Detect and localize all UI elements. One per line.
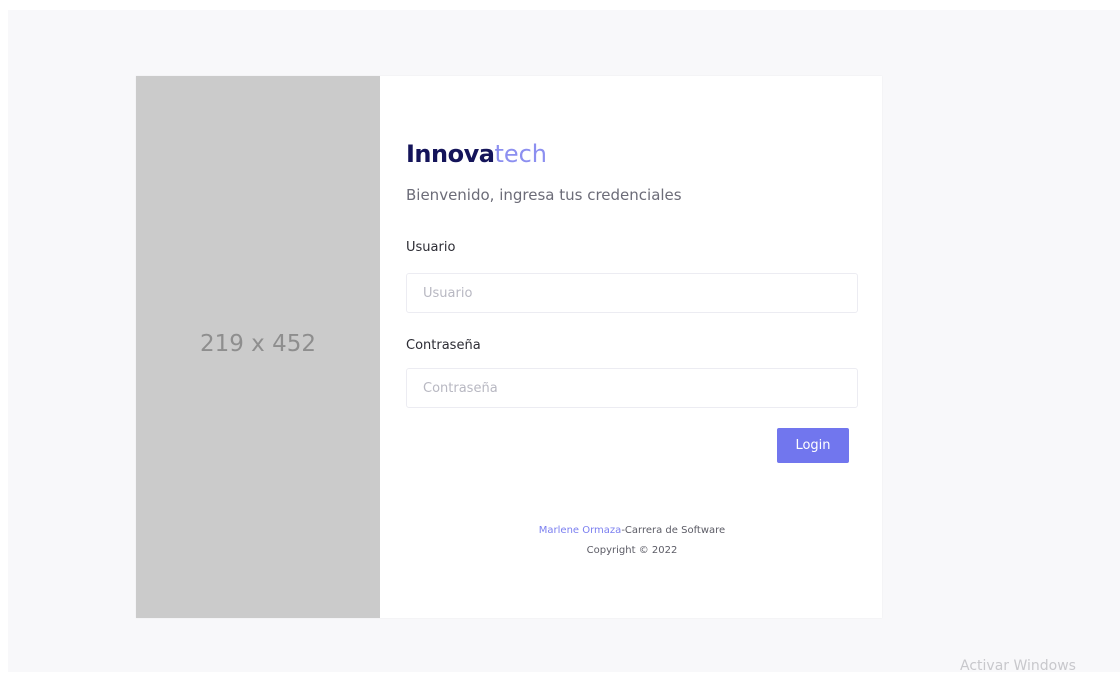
page-background: 219 x 452 Innovatech Bienvenido, ingresa… xyxy=(8,10,1120,672)
username-label: Usuario xyxy=(406,240,456,255)
author-link[interactable]: Marlene Ormaza xyxy=(539,525,622,536)
placeholder-image-label: 219 x 452 xyxy=(199,331,317,357)
password-input[interactable] xyxy=(406,368,858,408)
placeholder-image: 219 x 452 xyxy=(136,76,380,618)
brand-name-light: tech xyxy=(494,140,548,168)
login-form-panel: Innovatech Bienvenido, ingresa tus crede… xyxy=(380,76,882,618)
brand-name-strong: Innova xyxy=(406,140,495,168)
welcome-subtitle: Bienvenido, ingresa tus credenciales xyxy=(406,186,682,204)
footer: Marlene Ormaza-Carrera de Software Copyr… xyxy=(406,521,858,561)
footer-program: Carrera de Software xyxy=(624,525,726,536)
footer-credit-line: Marlene Ormaza-Carrera de Software xyxy=(406,521,858,541)
login-button[interactable]: Login xyxy=(777,428,849,463)
footer-copyright: Copyright © 2022 xyxy=(586,545,678,556)
username-input[interactable] xyxy=(406,273,858,313)
brand-logo: Innovatech xyxy=(406,140,547,168)
password-label: Contraseña xyxy=(406,338,481,353)
login-card: 219 x 452 Innovatech Bienvenido, ingresa… xyxy=(136,76,882,618)
